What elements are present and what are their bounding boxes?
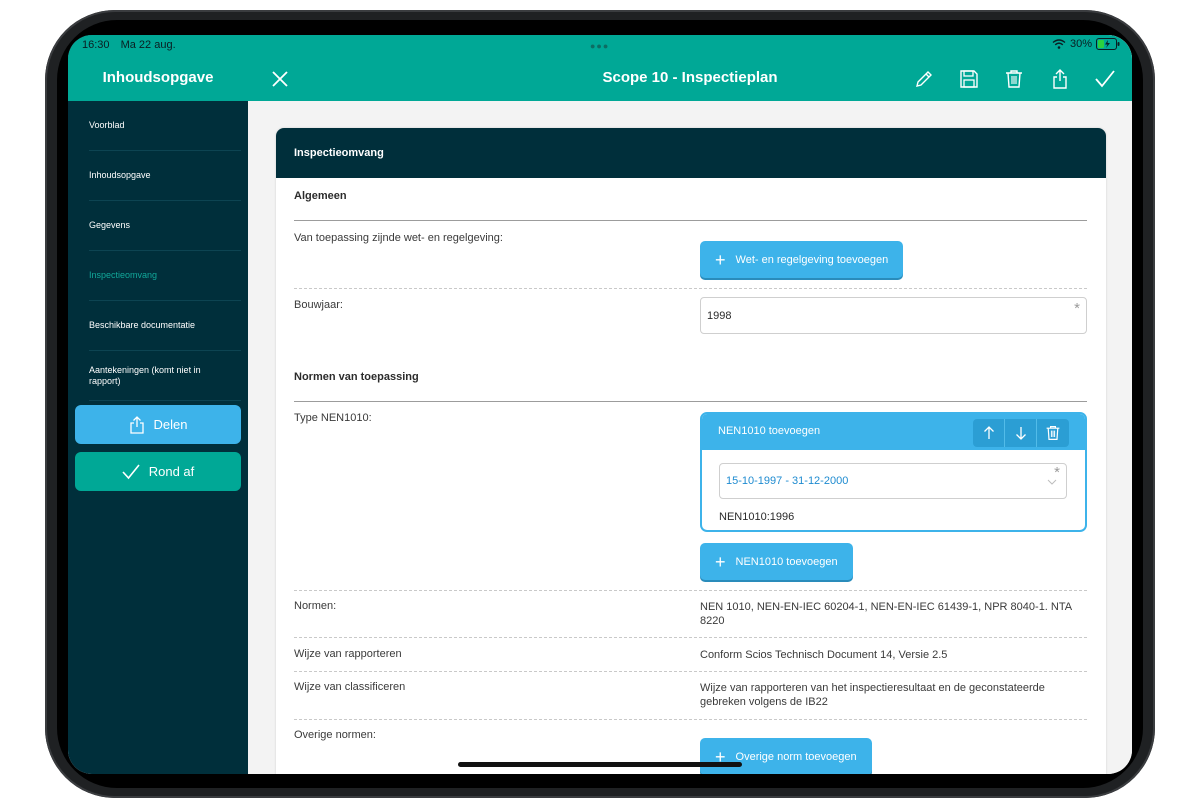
sidebar-title: Inhoudsopgave bbox=[102, 69, 214, 86]
multitask-dots-icon[interactable]: ●●● bbox=[590, 41, 609, 51]
checkmark-icon bbox=[122, 463, 140, 479]
add-nen-label: NEN1010 toevoegen bbox=[735, 555, 838, 568]
battery-icon bbox=[1096, 38, 1120, 50]
home-indicator[interactable] bbox=[458, 762, 742, 767]
add-nen-button[interactable]: + NEN1010 toevoegen bbox=[700, 543, 853, 580]
other-norms-label: Overige normen: bbox=[294, 729, 376, 741]
nen-entry-title: NEN1010 toevoegen bbox=[718, 425, 821, 437]
main-panel: ●●● 30% Scope 10 - Inspectieplan Inspect… bbox=[248, 35, 1132, 774]
nen-period-value: 15-10-1997 - 31-12-2000 bbox=[726, 475, 849, 487]
row-divider bbox=[294, 719, 1087, 720]
reporting-value: Conform Scios Technisch Document 14, Ver… bbox=[700, 649, 948, 661]
reporting-label: Wijze van rapporteren bbox=[294, 648, 402, 660]
sidebar-item-documentatie[interactable]: Beschikbare documentatie bbox=[89, 301, 241, 351]
law-label: Van toepassing zijnde wet- en regelgevin… bbox=[294, 232, 503, 244]
share-icon bbox=[129, 415, 144, 434]
wifi-icon bbox=[1052, 39, 1066, 49]
nen-type-label: Type NEN1010: bbox=[294, 412, 372, 424]
delete-entry-icon[interactable] bbox=[1037, 419, 1069, 447]
pencil-icon[interactable] bbox=[912, 67, 936, 91]
finish-button[interactable]: Rond af bbox=[75, 452, 241, 491]
sidebar-item-gegevens[interactable]: Gegevens bbox=[89, 201, 241, 251]
add-law-button[interactable]: + Wet- en regelgeving toevoegen bbox=[700, 241, 904, 278]
inspection-card: Inspectieomvang Algemeen Van toepassing … bbox=[276, 128, 1106, 774]
row-divider bbox=[294, 288, 1087, 289]
top-bar: ●●● 30% Scope 10 - Inspectieplan bbox=[248, 35, 1132, 101]
sidebar-item-aantekeningen[interactable]: Aantekeningen (komt niet in rapport) bbox=[89, 351, 241, 401]
classify-label: Wijze van classificeren bbox=[294, 681, 406, 693]
section-title-norms: Normen van toepassing bbox=[294, 371, 419, 383]
add-other-norm-button[interactable]: + Overige norm toevoegen bbox=[700, 738, 872, 774]
card-header: Inspectieomvang bbox=[276, 128, 1106, 178]
norms-label: Normen: bbox=[294, 600, 337, 612]
sidebar-item-inspectieomvang[interactable]: Inspectieomvang bbox=[89, 251, 241, 301]
chevron-down-icon bbox=[1047, 479, 1057, 485]
trash-icon[interactable] bbox=[1002, 67, 1026, 91]
required-asterisk-icon: * bbox=[1074, 300, 1080, 317]
nen-standard-text: NEN1010:1996 bbox=[719, 511, 795, 523]
battery-percent: 30% bbox=[1069, 38, 1092, 50]
screen: 16:30 Ma 22 aug. Inhoudsopgave Voorblad … bbox=[68, 35, 1132, 774]
status-time: 16:30 bbox=[82, 39, 110, 51]
status-bar-left: 16:30 Ma 22 aug. bbox=[82, 39, 184, 51]
row-divider bbox=[294, 590, 1087, 591]
share-label: Delen bbox=[153, 417, 188, 432]
nen-period-select[interactable]: 15-10-1997 - 31-12-2000 * bbox=[719, 463, 1067, 499]
confirm-check-icon[interactable] bbox=[1093, 67, 1117, 91]
section-title-general: Algemeen bbox=[294, 190, 347, 202]
save-icon[interactable] bbox=[957, 67, 981, 91]
finish-label: Rond af bbox=[148, 464, 195, 479]
page-title: Scope 10 - Inspectieplan bbox=[602, 69, 778, 86]
move-up-icon[interactable] bbox=[973, 419, 1005, 447]
norms-value: NEN 1010, NEN-EN-IEC 60204-1, NEN-EN-IEC… bbox=[700, 601, 1072, 627]
classify-value: Wijze van rapporteren van het inspectier… bbox=[700, 682, 1045, 708]
nen-entry-panel: NEN1010 toevoegen 15-10-1997 - 31-12-200… bbox=[700, 412, 1087, 532]
section-divider bbox=[294, 401, 1087, 402]
share-button[interactable]: Delen bbox=[75, 405, 241, 444]
sidebar-list: Voorblad Inhoudsopgave Gegevens Inspecti… bbox=[68, 101, 248, 401]
add-law-label: Wet- en regelgeving toevoegen bbox=[735, 253, 889, 266]
status-bar-right: 30% bbox=[1052, 38, 1120, 50]
add-other-norm-label: Overige norm toevoegen bbox=[735, 750, 857, 763]
status-date: Ma 22 aug. bbox=[120, 39, 176, 51]
plus-icon: + bbox=[715, 551, 726, 572]
row-divider bbox=[294, 671, 1087, 672]
plus-icon: + bbox=[715, 249, 726, 270]
move-down-icon[interactable] bbox=[1005, 419, 1037, 447]
section-divider bbox=[294, 220, 1087, 221]
sidebar-item-voorblad[interactable]: Voorblad bbox=[89, 101, 241, 151]
year-value: 1998 bbox=[707, 310, 732, 322]
year-input[interactable]: 1998 * bbox=[700, 297, 1087, 334]
row-divider bbox=[294, 637, 1087, 638]
sidebar-item-inhoudsopgave[interactable]: Inhoudsopgave bbox=[89, 151, 241, 201]
sidebar-header: 16:30 Ma 22 aug. Inhoudsopgave bbox=[68, 35, 248, 101]
nen-entry-tools bbox=[973, 419, 1069, 447]
sidebar: 16:30 Ma 22 aug. Inhoudsopgave Voorblad … bbox=[68, 35, 248, 774]
year-label: Bouwjaar: bbox=[294, 299, 343, 311]
export-icon[interactable] bbox=[1048, 67, 1072, 91]
